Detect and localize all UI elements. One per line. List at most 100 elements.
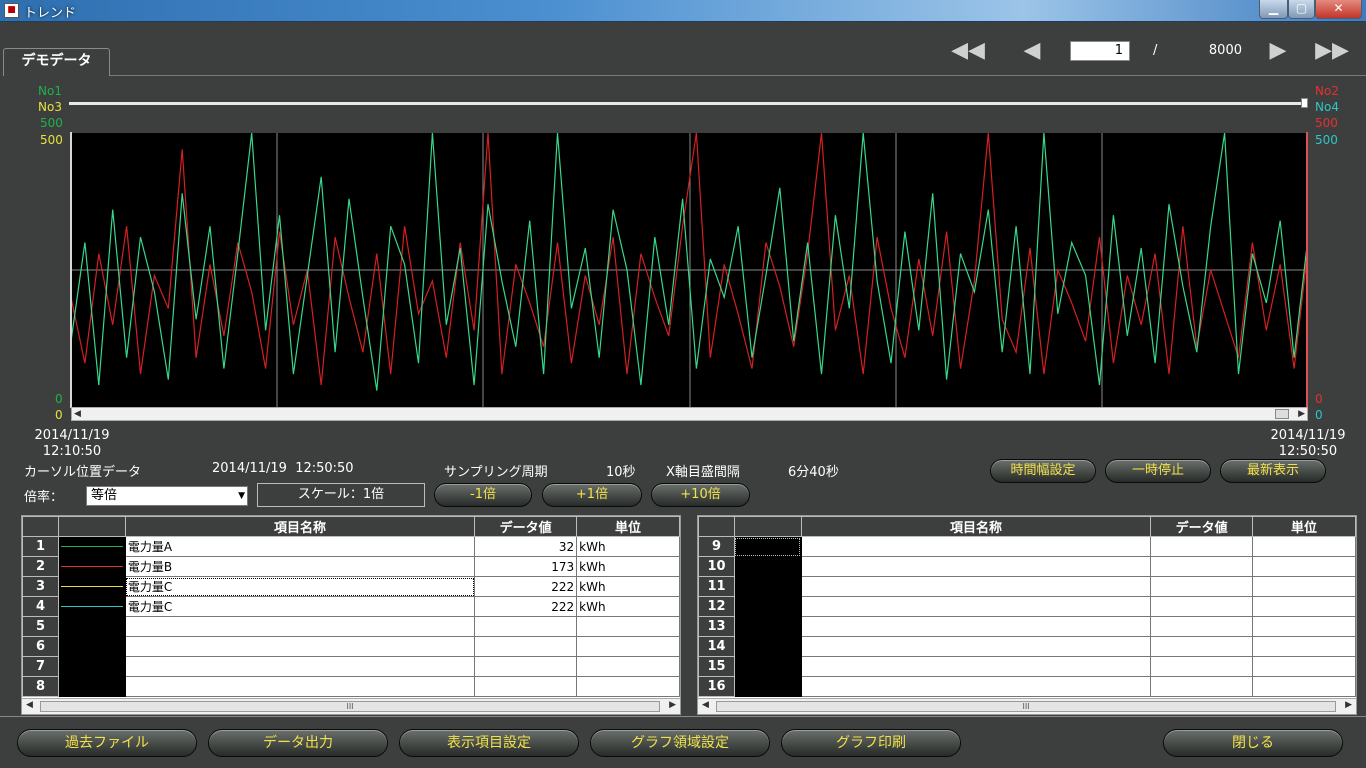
- item-name-cell[interactable]: [124, 636, 476, 657]
- item-name-cell[interactable]: [800, 536, 1152, 557]
- item-table-left[interactable]: 項目名称 データ値 単位 1 電力量A 32 kWh 2 電力量B 173 kWh 3 電力量C 2…: [21, 515, 681, 715]
- left-table-scrollbar[interactable]: ◀ III ▶: [22, 698, 680, 714]
- table-row[interactable]: 8: [22, 676, 680, 697]
- table-row[interactable]: 13: [698, 616, 1356, 637]
- item-name-cell[interactable]: [800, 676, 1152, 697]
- graph-print-button[interactable]: グラフ印刷: [781, 729, 961, 757]
- minimize-button[interactable]: ▁: [1259, 0, 1288, 19]
- item-name-cell[interactable]: [800, 636, 1152, 657]
- item-name-cell[interactable]: [800, 576, 1152, 597]
- left-table-scroll-thumb[interactable]: III: [40, 701, 660, 712]
- window-titlebar[interactable]: [0, 0, 1366, 22]
- table-row[interactable]: 15: [698, 656, 1356, 677]
- last-page-icon[interactable]: ▶▶: [1312, 40, 1352, 62]
- item-name-cell[interactable]: [124, 656, 476, 677]
- header-data-value[interactable]: データ値: [474, 516, 578, 537]
- trend-chart[interactable]: [71, 133, 1308, 407]
- rate-select[interactable]: 等倍 ▼: [86, 486, 248, 506]
- item-name-cell[interactable]: [800, 656, 1152, 677]
- unit-cell[interactable]: [1252, 676, 1356, 697]
- unit-cell[interactable]: kWh: [576, 556, 680, 577]
- data-value-cell[interactable]: [474, 656, 578, 677]
- data-value-cell[interactable]: [474, 676, 578, 697]
- table-row[interactable]: 7: [22, 656, 680, 677]
- unit-cell[interactable]: [1252, 596, 1356, 617]
- graph-area-button[interactable]: グラフ領域設定: [590, 729, 770, 757]
- time-width-button[interactable]: 時間幅設定: [990, 459, 1096, 483]
- scroll-left-icon[interactable]: ◀: [74, 408, 81, 420]
- header-unit[interactable]: 単位: [576, 516, 680, 537]
- item-name-cell[interactable]: 電力量C: [124, 596, 476, 617]
- data-value-cell[interactable]: [1150, 536, 1254, 557]
- time-slider-handle[interactable]: [1301, 98, 1308, 108]
- item-name-cell[interactable]: [124, 616, 476, 637]
- table-row[interactable]: 5: [22, 616, 680, 637]
- unit-cell[interactable]: [1252, 616, 1356, 637]
- item-name-cell[interactable]: [800, 596, 1152, 617]
- table-row[interactable]: 11: [698, 576, 1356, 597]
- data-value-cell[interactable]: 222: [474, 576, 578, 597]
- data-output-button[interactable]: データ出力: [208, 729, 388, 757]
- time-slider-track[interactable]: [69, 102, 1307, 105]
- data-value-cell[interactable]: 222: [474, 596, 578, 617]
- table-row[interactable]: 2 電力量B 173 kWh: [22, 556, 680, 577]
- window-close-button[interactable]: ✕: [1315, 0, 1362, 19]
- header-data-value[interactable]: データ値: [1150, 516, 1254, 537]
- chart-horizontal-scrollbar[interactable]: ◀ ▶: [71, 407, 1308, 421]
- unit-cell[interactable]: [576, 676, 680, 697]
- header-unit[interactable]: 単位: [1252, 516, 1356, 537]
- data-value-cell[interactable]: [474, 616, 578, 637]
- display-items-button[interactable]: 表示項目設定: [399, 729, 579, 757]
- scroll-left-icon[interactable]: ◀: [26, 700, 33, 710]
- first-page-icon[interactable]: ◀◀: [948, 40, 988, 62]
- data-value-cell[interactable]: [1150, 576, 1254, 597]
- page-number-input[interactable]: 1: [1070, 41, 1130, 61]
- item-name-cell[interactable]: [800, 556, 1152, 577]
- scroll-right-icon[interactable]: ▶: [1345, 700, 1352, 710]
- header-item-name[interactable]: 項目名称: [800, 516, 1152, 537]
- table-row[interactable]: 16: [698, 676, 1356, 697]
- table-row[interactable]: 4 電力量C 222 kWh: [22, 596, 680, 617]
- past-file-button[interactable]: 過去ファイル: [17, 729, 197, 757]
- item-name-cell[interactable]: 電力量C: [124, 576, 476, 597]
- data-value-cell[interactable]: [1150, 596, 1254, 617]
- table-row[interactable]: 9: [698, 536, 1356, 557]
- unit-cell[interactable]: [576, 616, 680, 637]
- table-row[interactable]: 12: [698, 596, 1356, 617]
- prev-page-icon[interactable]: ◀: [1012, 40, 1052, 62]
- unit-cell[interactable]: kWh: [576, 596, 680, 617]
- data-value-cell[interactable]: [1150, 556, 1254, 577]
- item-table-right[interactable]: 項目名称 データ値 単位 9 10 11 12 13 14 15 16 ◀ III ▶: [697, 515, 1357, 715]
- table-row[interactable]: 14: [698, 636, 1356, 657]
- item-name-cell[interactable]: [800, 616, 1152, 637]
- unit-cell[interactable]: [1252, 536, 1356, 557]
- data-value-cell[interactable]: [1150, 616, 1254, 637]
- item-name-cell[interactable]: 電力量B: [124, 556, 476, 577]
- data-value-cell[interactable]: [1150, 656, 1254, 677]
- table-row[interactable]: 3 電力量C 222 kWh: [22, 576, 680, 597]
- pause-button[interactable]: 一時停止: [1105, 459, 1211, 483]
- right-table-scrollbar[interactable]: ◀ III ▶: [698, 698, 1356, 714]
- data-value-cell[interactable]: 32: [474, 536, 578, 557]
- item-name-cell[interactable]: [124, 676, 476, 697]
- unit-cell[interactable]: [1252, 636, 1356, 657]
- table-row[interactable]: 6: [22, 636, 680, 657]
- data-value-cell[interactable]: 173: [474, 556, 578, 577]
- scroll-left-icon[interactable]: ◀: [702, 700, 709, 710]
- tab-demo-data[interactable]: デモデータ: [3, 48, 110, 76]
- unit-cell[interactable]: [576, 656, 680, 677]
- chart-scroll-thumb[interactable]: [1275, 409, 1289, 419]
- minus1-button[interactable]: -1倍: [434, 483, 532, 507]
- unit-cell[interactable]: kWh: [576, 536, 680, 557]
- item-name-cell[interactable]: 電力量A: [124, 536, 476, 557]
- table-row[interactable]: 10: [698, 556, 1356, 577]
- unit-cell[interactable]: [1252, 556, 1356, 577]
- right-table-scroll-thumb[interactable]: III: [716, 701, 1336, 712]
- data-value-cell[interactable]: [474, 636, 578, 657]
- next-page-icon[interactable]: ▶: [1258, 40, 1298, 62]
- latest-button[interactable]: 最新表示: [1220, 459, 1326, 483]
- scroll-right-icon[interactable]: ▶: [1298, 408, 1305, 420]
- unit-cell[interactable]: [1252, 656, 1356, 677]
- maximize-button[interactable]: ▢: [1288, 0, 1315, 19]
- header-item-name[interactable]: 項目名称: [124, 516, 476, 537]
